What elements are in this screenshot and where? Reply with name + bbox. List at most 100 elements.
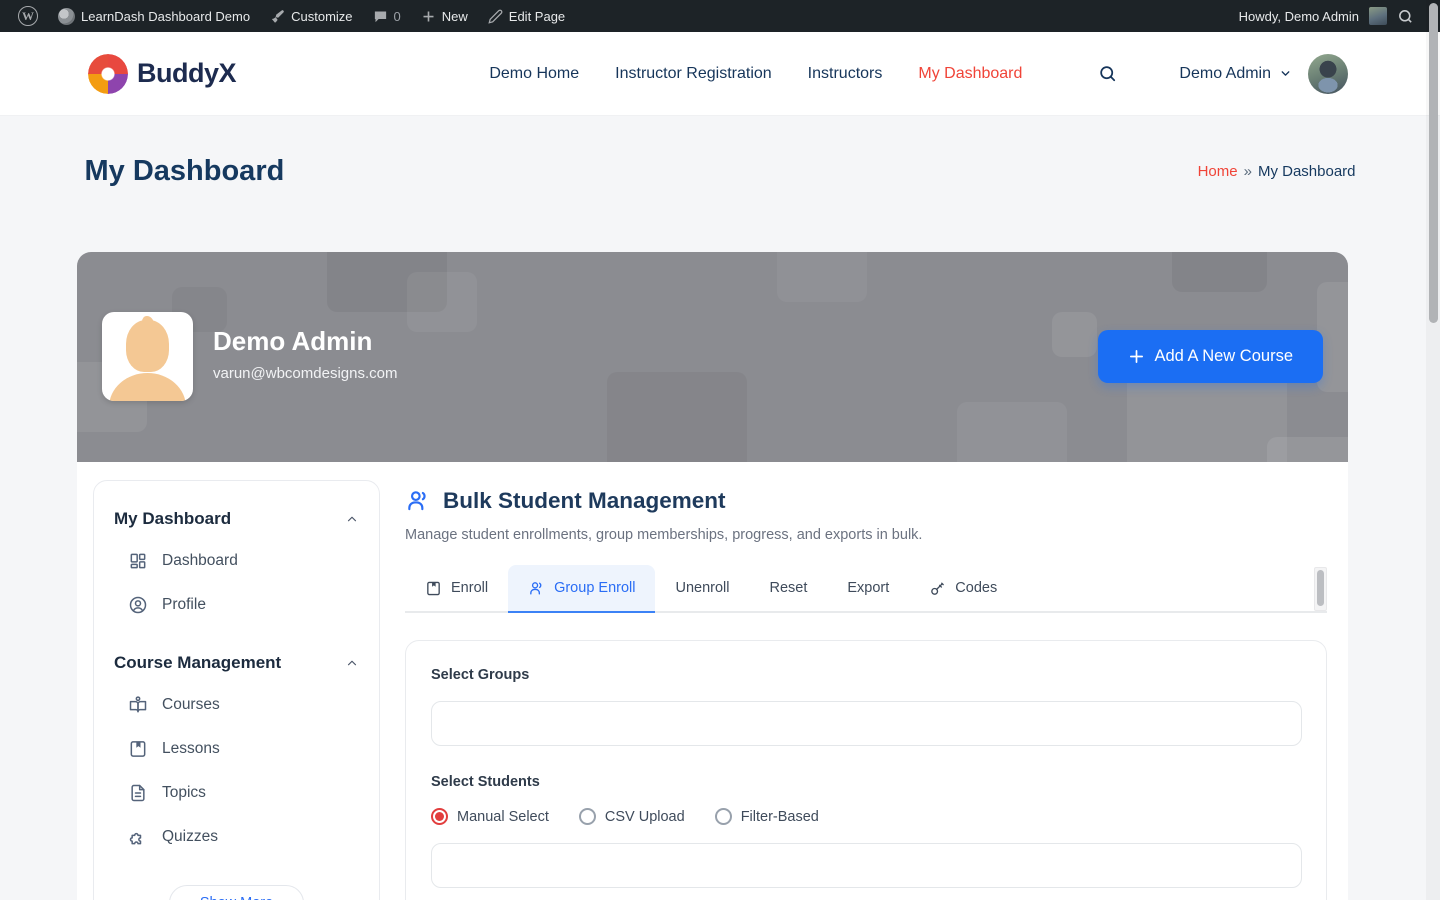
sidebar-item-lessons[interactable]: Lessons: [114, 727, 359, 771]
tabs-scrollbar-thumb[interactable]: [1317, 570, 1324, 606]
logo-text: BuddyX: [137, 58, 237, 88]
sidebar-section-title: Course Management: [114, 653, 282, 672]
tab-label: Codes: [955, 580, 998, 596]
wp-admin-bar: W LearnDash Dashboard Demo Customize 0 N…: [0, 0, 1440, 32]
profile-avatar-placeholder[interactable]: [102, 312, 193, 401]
select-students-label: Select Students: [431, 774, 540, 790]
breadcrumb-current: My Dashboard: [1257, 162, 1356, 180]
comments-count: 0: [393, 8, 401, 24]
key-icon: [931, 582, 945, 595]
radio-icon: [431, 808, 448, 825]
radio-label: CSV Upload: [604, 808, 685, 825]
site-name-label: LearnDash Dashboard Demo: [81, 8, 251, 24]
admin-bar-comments[interactable]: 0: [363, 0, 411, 32]
brush-icon: [271, 9, 284, 23]
tab-export[interactable]: Export: [827, 565, 909, 613]
sidebar-item-topics[interactable]: Topics: [114, 771, 359, 815]
howdy-greeting[interactable]: Howdy, Demo Admin: [1239, 9, 1359, 24]
users-icon: [530, 581, 542, 594]
admin-bar-customize[interactable]: Customize: [260, 0, 362, 32]
breadcrumb: Home » My Dashboard: [1198, 163, 1356, 180]
sidebar-item-courses[interactable]: Courses: [114, 683, 359, 727]
tab-unenroll[interactable]: Unenroll: [655, 565, 749, 613]
chevron-down-icon: [1281, 71, 1290, 76]
sidebar-item-label: Courses: [162, 696, 220, 713]
plus-icon: [1129, 349, 1143, 364]
profile-banner: Demo Admin varun@wbcomdesigns.com Add A …: [77, 252, 1348, 462]
nav-instructor-registration[interactable]: Instructor Registration: [615, 65, 772, 83]
page-scrollbar[interactable]: [1426, 0, 1440, 900]
main-nav: Demo Home Instructor Registration Instru…: [489, 53, 1348, 94]
sidebar-item-label: Dashboard: [162, 552, 238, 569]
radio-filter-based[interactable]: Filter-Based: [714, 808, 819, 825]
tab-bar: Enroll Group Enroll Unenroll Reset Expor: [405, 565, 1327, 613]
nav-my-dashboard[interactable]: My Dashboard: [918, 65, 1022, 83]
banner-pattern: [407, 272, 477, 332]
sidebar-section-my-dashboard[interactable]: My Dashboard: [114, 509, 359, 529]
show-more-button[interactable]: Show More: [168, 885, 305, 900]
nav-demo-home[interactable]: Demo Home: [489, 65, 579, 83]
banner-pattern: [1172, 252, 1267, 292]
customize-label: Customize: [291, 8, 353, 24]
banner-pattern: [957, 402, 1067, 462]
pencil-icon: [488, 9, 503, 24]
tab-reset[interactable]: Reset: [749, 565, 827, 613]
user-circle-icon: [129, 596, 147, 614]
sidebar-section-course-management[interactable]: Course Management: [114, 653, 359, 673]
tab-label: Export: [847, 580, 890, 596]
breadcrumb-separator: »: [1243, 162, 1252, 180]
wordpress-logo-icon: W: [18, 6, 38, 26]
banner-pattern: [1052, 312, 1097, 357]
tab-codes[interactable]: Codes: [909, 565, 1017, 613]
dashboard-card: Demo Admin varun@wbcomdesigns.com Add A …: [77, 252, 1348, 900]
add-new-course-button[interactable]: Add A New Course: [1097, 330, 1323, 383]
admin-search-icon[interactable]: [1397, 8, 1414, 25]
bulk-student-management-panel: Bulk Student Management Manage student e…: [405, 488, 1327, 900]
new-label: New: [441, 8, 468, 24]
admin-avatar[interactable]: [1369, 7, 1387, 25]
site-header: BuddyX Demo Home Instructor Registration…: [0, 32, 1440, 116]
admin-bar-site-name[interactable]: LearnDash Dashboard Demo: [48, 0, 260, 32]
tab-enroll[interactable]: Enroll: [405, 565, 508, 613]
admin-bar-edit-page[interactable]: Edit Page: [478, 0, 575, 32]
tabs-scrollbar[interactable]: [1314, 567, 1327, 611]
sidebar-item-label: Topics: [162, 784, 206, 801]
breadcrumb-home-link[interactable]: Home: [1198, 163, 1238, 180]
site-icon: [58, 7, 75, 25]
select-groups-input[interactable]: [431, 701, 1302, 746]
banner-pattern: [1127, 372, 1287, 462]
profile-display-name: Demo Admin: [213, 326, 373, 356]
header-search-icon[interactable]: [1098, 64, 1117, 83]
book-open-icon: [129, 696, 147, 713]
sidebar-item-dashboard[interactable]: Dashboard: [114, 539, 359, 583]
banner-pattern: [607, 372, 747, 462]
panel-subtitle: Manage student enrollments, group member…: [405, 527, 923, 543]
banner-pattern: [1267, 437, 1348, 462]
select-groups-label: Select Groups: [431, 667, 530, 683]
plus-icon: [423, 11, 434, 21]
tab-label: Unenroll: [675, 580, 730, 596]
users-icon: [408, 491, 426, 511]
sidebar-item-label: Quizzes: [162, 828, 218, 845]
admin-bar-new[interactable]: New: [411, 0, 478, 32]
dashboard-sidebar: My Dashboard Dashboard Profile Course Ma…: [93, 480, 380, 900]
select-students-input[interactable]: [431, 843, 1302, 888]
tab-group-enroll[interactable]: Group Enroll: [508, 565, 656, 613]
student-mode-radio-group: Manual Select CSV Upload Filter-Based: [431, 808, 1301, 825]
header-user-menu[interactable]: Demo Admin: [1179, 53, 1348, 94]
radio-csv-upload[interactable]: CSV Upload: [578, 808, 685, 825]
header-user-name: Demo Admin: [1179, 64, 1271, 82]
page-scrollbar-thumb[interactable]: [1428, 3, 1438, 323]
sidebar-section-title: My Dashboard: [114, 509, 232, 528]
panel-title: Bulk Student Management: [443, 488, 726, 513]
file-text-icon: [131, 784, 145, 802]
wp-logo-menu[interactable]: W: [8, 0, 48, 32]
radio-icon: [714, 808, 732, 825]
site-logo[interactable]: BuddyX: [88, 53, 237, 94]
nav-instructors[interactable]: Instructors: [808, 65, 883, 83]
sidebar-item-quizzes[interactable]: Quizzes: [114, 815, 359, 859]
chevron-up-icon: [347, 660, 357, 666]
radio-manual-select[interactable]: Manual Select: [431, 808, 549, 825]
radio-icon: [578, 808, 596, 825]
sidebar-item-profile[interactable]: Profile: [114, 583, 359, 627]
